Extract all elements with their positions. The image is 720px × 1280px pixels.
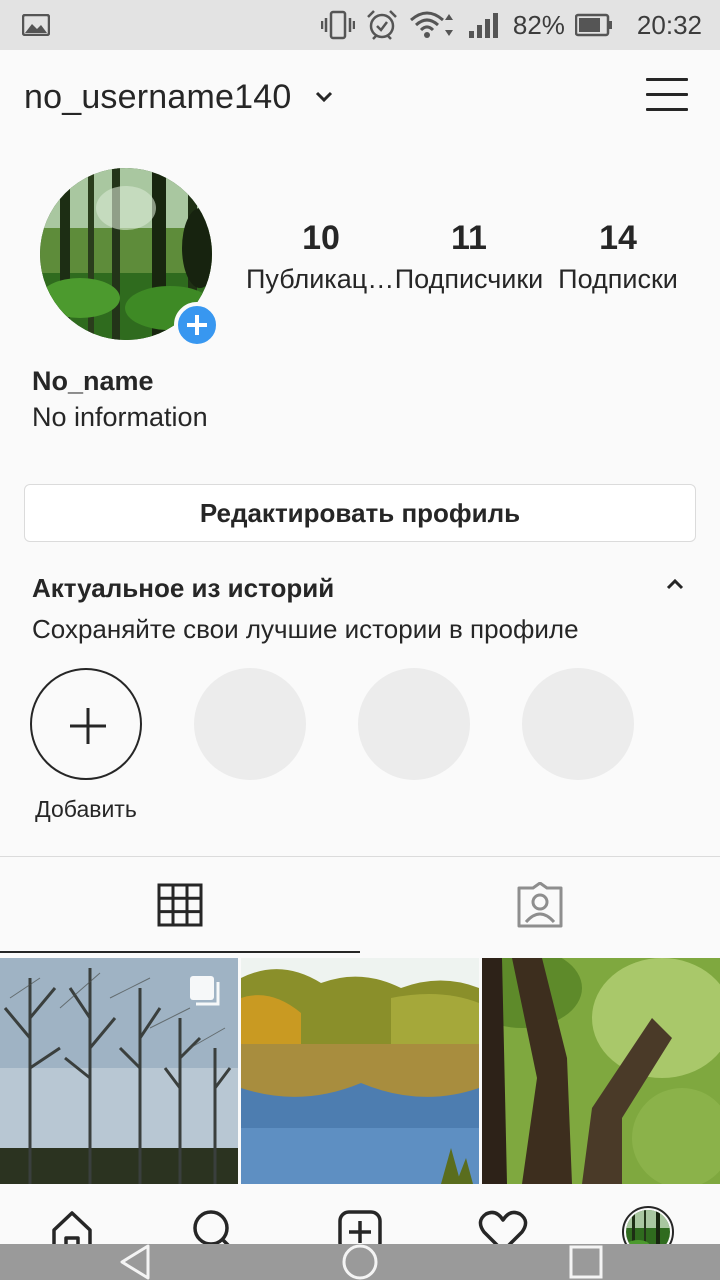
clock: 20:32 <box>636 9 702 40</box>
recents-icon[interactable] <box>568 1244 604 1280</box>
highlights-title: Актуальное из историй <box>32 573 335 603</box>
alarm-icon <box>365 9 399 41</box>
posts-count[interactable]: 10 Публикации <box>246 216 396 295</box>
followers-count-value: 11 <box>451 219 487 257</box>
signal-icon <box>467 11 501 39</box>
tab-grid[interactable] <box>0 857 360 953</box>
new-highlight-button[interactable] <box>30 668 142 780</box>
profile-bio: No information <box>32 402 208 432</box>
home-circle-icon[interactable] <box>340 1244 380 1280</box>
grid-icon <box>157 883 203 927</box>
gallery-icon <box>21 13 51 41</box>
vibrate-icon <box>320 10 355 40</box>
back-icon[interactable] <box>118 1244 154 1280</box>
add-story-badge[interactable] <box>174 302 220 348</box>
highlight-placeholder <box>194 668 306 780</box>
multiple-photos-icon <box>188 974 222 1008</box>
active-tab-indicator <box>0 951 360 953</box>
edit-profile-button[interactable]: Редактировать профиль <box>24 484 696 542</box>
posts-count-label: Публикации <box>246 264 396 294</box>
tab-tagged[interactable] <box>360 857 720 953</box>
menu-icon[interactable] <box>646 76 690 114</box>
battery-icon <box>574 13 613 37</box>
status-bar: 82% 20:32 <box>0 0 720 50</box>
plus-icon <box>70 708 106 744</box>
followers-count-label: Подписчики <box>394 264 544 294</box>
profile-header: no_username140 <box>0 50 720 142</box>
wifi-icon <box>409 10 457 40</box>
chevron-up-icon[interactable] <box>664 577 686 596</box>
post-tree-trunks[interactable] <box>482 958 720 1184</box>
posts-count-value: 10 <box>302 219 340 257</box>
chevron-down-icon[interactable] <box>314 90 334 109</box>
system-nav-bar <box>0 1244 720 1280</box>
posts-grid <box>0 958 720 1184</box>
followers-count[interactable]: 11 Подписчики <box>394 216 544 295</box>
highlight-placeholder <box>358 668 470 780</box>
following-count-label: Подписки <box>558 264 678 294</box>
profile-name: No_name <box>32 366 154 396</box>
highlights-subtitle: Сохраняйте свои лучшие истории в профиле <box>32 614 579 644</box>
username-switcher[interactable]: no_username140 <box>24 78 291 117</box>
post-bare-trees[interactable] <box>0 958 238 1184</box>
battery-percent: 82% <box>512 9 565 40</box>
following-count-value: 14 <box>599 219 637 257</box>
highlight-placeholder <box>522 668 634 780</box>
new-highlight-label: Добавить <box>35 796 137 822</box>
post-lake-autumn[interactable] <box>241 958 479 1184</box>
bottom-nav <box>0 1184 720 1255</box>
following-count[interactable]: 14 Подписки <box>543 216 693 295</box>
tagged-icon <box>517 882 563 928</box>
